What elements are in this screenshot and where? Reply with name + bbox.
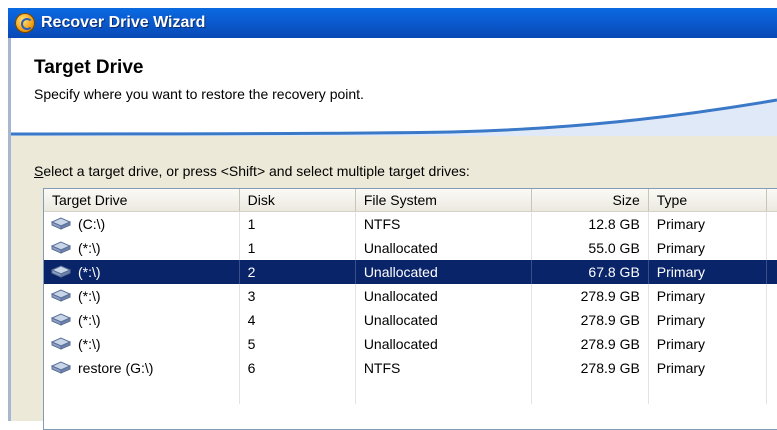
wizard-header: Target Drive Specify where you want to r… (11, 38, 777, 136)
table-row[interactable]: (C:\) 1 NTFS 12.8 GB Primary (44, 212, 777, 236)
table-row[interactable] (44, 380, 777, 404)
table-row[interactable]: (*:\) 4 Unallocated 278.9 GB Primary (44, 308, 777, 332)
cell-file-system (356, 380, 532, 404)
cell-type: Primary (649, 308, 767, 332)
cell-size (532, 380, 649, 404)
table-row[interactable]: (*:\) 3 Unallocated 278.9 GB Primary (44, 284, 777, 308)
cell-type: Primary (649, 284, 767, 308)
cell-file-system: Unallocated (356, 236, 532, 260)
page-subtitle: Specify where you want to restore the re… (34, 86, 364, 102)
cell-disk: 3 (240, 284, 356, 308)
drive-label: restore (G:\) (78, 360, 154, 376)
hard-drive-icon (50, 337, 72, 350)
column-header-disk[interactable]: Disk (239, 189, 356, 211)
cell-type: Primary (649, 260, 767, 284)
cell-extra (767, 284, 777, 308)
cell-extra (767, 212, 777, 236)
cell-size: 278.9 GB (532, 284, 649, 308)
instruction-accelerator: S (34, 163, 44, 179)
cell-disk: 1 (240, 212, 356, 236)
column-header-target-drive[interactable]: Target Drive (44, 189, 240, 211)
cell-target-drive: restore (G:\) (44, 356, 240, 380)
drive-label: (*:\) (78, 336, 101, 352)
cell-file-system: Unallocated (356, 284, 532, 308)
cell-target-drive: (*:\) (44, 236, 240, 260)
hard-drive-icon (50, 361, 72, 374)
column-header-file-system[interactable]: File System (355, 189, 532, 211)
cell-disk: 1 (240, 236, 356, 260)
cell-file-system: Unallocated (356, 260, 532, 284)
table-row[interactable]: (*:\) 2 Unallocated 67.8 GB Primary (44, 260, 777, 284)
column-header-extra[interactable] (766, 189, 777, 211)
drive-label: (*:\) (78, 264, 101, 280)
wizard-app-icon (15, 13, 35, 33)
table-row[interactable]: (*:\) 1 Unallocated 55.0 GB Primary (44, 236, 777, 260)
instruction-text: elect a target drive, or press <Shift> a… (43, 163, 470, 179)
cell-type: Primary (649, 332, 767, 356)
cell-target-drive: (*:\) (44, 308, 240, 332)
window-title: Recover Drive Wizard (41, 14, 206, 31)
drive-label: (C:\) (78, 216, 106, 232)
cell-size: 278.9 GB (532, 308, 649, 332)
cell-disk: 6 (240, 356, 356, 380)
hard-drive-icon (50, 265, 72, 278)
cell-file-system: Unallocated (356, 308, 532, 332)
cell-size: 67.8 GB (532, 260, 649, 284)
cell-size: 55.0 GB (532, 236, 649, 260)
cell-target-drive: (*:\) (44, 284, 240, 308)
hard-drive-icon (50, 313, 72, 326)
cell-disk: 2 (240, 260, 356, 284)
drive-label: (*:\) (78, 312, 101, 328)
list-rows: (C:\) 1 NTFS 12.8 GB Primary (*:\) 1 Unallocate… (44, 212, 777, 404)
cell-type: Primary (649, 356, 767, 380)
cell-file-system: NTFS (356, 212, 532, 236)
list-header: Target Drive Disk File System Size Type (44, 189, 777, 212)
cell-target-drive: (*:\) (44, 260, 240, 284)
wizard-body: Select a target drive, or press <Shift> … (11, 136, 777, 430)
title-bar[interactable]: Recover Drive Wizard (8, 8, 777, 38)
cell-size: 278.9 GB (532, 332, 649, 356)
cell-type: Primary (649, 236, 767, 260)
cell-extra (767, 356, 777, 380)
cell-disk (240, 380, 356, 404)
cell-extra (767, 332, 777, 356)
cell-disk: 4 (240, 308, 356, 332)
hard-drive-icon (50, 289, 72, 302)
cell-size: 12.8 GB (532, 212, 649, 236)
drive-label: (*:\) (78, 240, 101, 256)
drive-label: (*:\) (78, 288, 101, 304)
cell-target-drive: (*:\) (44, 332, 240, 356)
instruction-label: Select a target drive, or press <Shift> … (34, 163, 470, 179)
cell-extra (767, 236, 777, 260)
cell-extra (767, 380, 777, 404)
cell-type (649, 380, 767, 404)
cell-extra (767, 260, 777, 284)
column-header-size[interactable]: Size (531, 189, 649, 211)
hard-drive-icon (50, 217, 72, 230)
cell-size: 278.9 GB (532, 356, 649, 380)
cell-target-drive (44, 380, 240, 404)
cell-file-system: Unallocated (356, 332, 532, 356)
column-header-type[interactable]: Type (648, 189, 767, 211)
cell-file-system: NTFS (356, 356, 532, 380)
target-drive-list[interactable]: Target Drive Disk File System Size Type … (43, 188, 777, 430)
table-row[interactable]: (*:\) 5 Unallocated 278.9 GB Primary (44, 332, 777, 356)
cell-extra (767, 308, 777, 332)
cell-target-drive: (C:\) (44, 212, 240, 236)
page-title: Target Drive (34, 57, 144, 78)
cell-disk: 5 (240, 332, 356, 356)
cell-type: Primary (649, 212, 767, 236)
hard-drive-icon (50, 241, 72, 254)
table-row[interactable]: restore (G:\) 6 NTFS 278.9 GB Primary (44, 356, 777, 380)
